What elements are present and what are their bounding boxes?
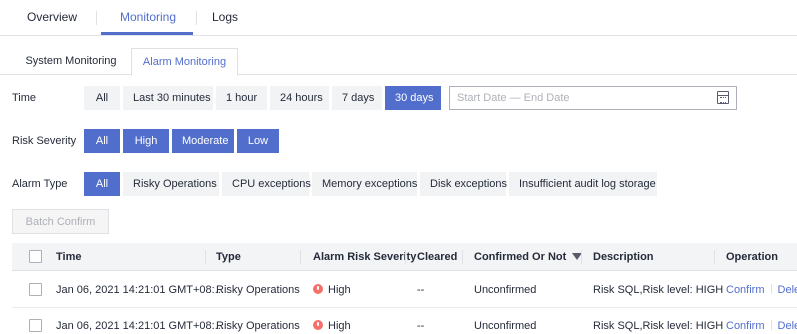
column-divider — [405, 250, 406, 264]
cell-type: Risky Operations — [216, 320, 300, 332]
calendar-icon[interactable] — [717, 91, 729, 104]
row-checkbox[interactable] — [29, 319, 42, 332]
tab-monitoring[interactable]: Monitoring — [120, 10, 176, 24]
column-divider — [205, 250, 206, 264]
subtab-system-monitoring[interactable]: System Monitoring — [12, 48, 130, 75]
high-risk-icon — [313, 320, 323, 330]
cell-severity: High — [313, 320, 351, 332]
table-row: Jan 06, 2021 14:21:01 GMT+08:... Risky O… — [12, 272, 797, 308]
column-divider — [581, 250, 582, 264]
delete-link[interactable]: Delet — [778, 284, 797, 296]
batch-confirm-button[interactable]: Batch Confirm — [12, 209, 109, 234]
risk-option-low[interactable]: Low — [237, 129, 279, 153]
time-option-30-days[interactable]: 30 days — [385, 86, 441, 110]
column-header-confirmed-label: Confirmed Or Not — [474, 251, 567, 263]
operation-divider — [770, 320, 772, 330]
table-header: Time Type Alarm Risk Severity Cleared Co… — [12, 243, 797, 271]
column-header-operation: Operation — [726, 251, 778, 263]
time-filter-label: Time — [12, 92, 37, 104]
time-option-24-hours[interactable]: 24 hours — [270, 86, 329, 110]
cell-confirmed: Unconfirmed — [474, 284, 537, 296]
confirm-link[interactable]: Confirm — [726, 284, 765, 296]
column-header-cleared: Cleared — [417, 251, 458, 263]
time-option-all[interactable]: All — [84, 86, 120, 110]
risk-severity-label: Risk Severity — [12, 135, 77, 147]
risk-option-moderate[interactable]: Moderate — [172, 129, 234, 153]
column-divider — [462, 250, 463, 264]
risk-option-high[interactable]: High — [123, 129, 169, 153]
cell-operation: Confirm Delet — [726, 320, 797, 332]
select-all-checkbox[interactable] — [29, 250, 42, 263]
time-option-7-days[interactable]: 7 days — [332, 86, 382, 110]
alarm-type-option-memory[interactable]: Memory exceptions — [312, 172, 417, 196]
main-tabs: Overview Monitoring Logs — [0, 0, 797, 36]
tab-divider — [196, 11, 197, 25]
column-divider — [714, 250, 715, 264]
cell-operation: Confirm Delet — [726, 284, 797, 296]
alarm-type-option-audit-log-storage[interactable]: Insufficient audit log storage — [509, 172, 657, 196]
column-divider — [300, 250, 301, 264]
alarm-type-option-risky-operations[interactable]: Risky Operations — [123, 172, 219, 196]
tab-divider — [96, 11, 97, 25]
cell-description: Risk SQL,Risk level: HIGH — [593, 320, 724, 332]
active-tab-indicator — [101, 32, 193, 35]
cell-confirmed: Unconfirmed — [474, 320, 537, 332]
time-option-30-minutes[interactable]: Last 30 minutes — [123, 86, 213, 110]
alarm-type-label: Alarm Type — [12, 178, 68, 190]
column-header-time: Time — [56, 251, 82, 263]
cell-cleared: -- — [417, 320, 425, 332]
alarm-type-option-all[interactable]: All — [84, 172, 120, 196]
alarm-type-option-disk[interactable]: Disk exceptions — [420, 172, 507, 196]
column-header-confirmed[interactable]: Confirmed Or Not — [474, 251, 583, 263]
tab-overview[interactable]: Overview — [27, 10, 77, 24]
delete-link[interactable]: Delet — [778, 320, 797, 332]
high-risk-icon — [313, 284, 323, 294]
column-header-description: Description — [593, 251, 654, 263]
column-header-severity: Alarm Risk Severity — [313, 251, 417, 263]
cell-time: Jan 06, 2021 14:21:01 GMT+08:... — [56, 320, 224, 332]
severity-label: High — [328, 284, 351, 296]
cell-time: Jan 06, 2021 14:21:01 GMT+08:... — [56, 284, 224, 296]
risk-option-all[interactable]: All — [84, 129, 120, 153]
date-range-picker[interactable]: Start Date — End Date — [449, 86, 737, 110]
confirm-link[interactable]: Confirm — [726, 320, 765, 332]
cell-severity: High — [313, 284, 351, 296]
operation-divider — [770, 284, 772, 294]
column-header-type: Type — [216, 251, 241, 263]
cell-type: Risky Operations — [216, 284, 300, 296]
cell-description: Risk SQL,Risk level: HIGH — [593, 284, 724, 296]
time-option-1-hour[interactable]: 1 hour — [216, 86, 267, 110]
subtab-alarm-monitoring[interactable]: Alarm Monitoring — [131, 48, 238, 76]
row-checkbox[interactable] — [29, 283, 42, 296]
tab-logs[interactable]: Logs — [212, 10, 238, 24]
severity-label: High — [328, 320, 351, 332]
date-range-placeholder: Start Date — End Date — [457, 92, 570, 104]
table-row: Jan 06, 2021 14:21:01 GMT+08:... Risky O… — [12, 308, 797, 334]
alarm-type-option-cpu[interactable]: CPU exceptions — [222, 172, 311, 196]
cell-cleared: -- — [417, 284, 425, 296]
monitoring-subtabs: System Monitoring Alarm Monitoring — [0, 48, 797, 76]
